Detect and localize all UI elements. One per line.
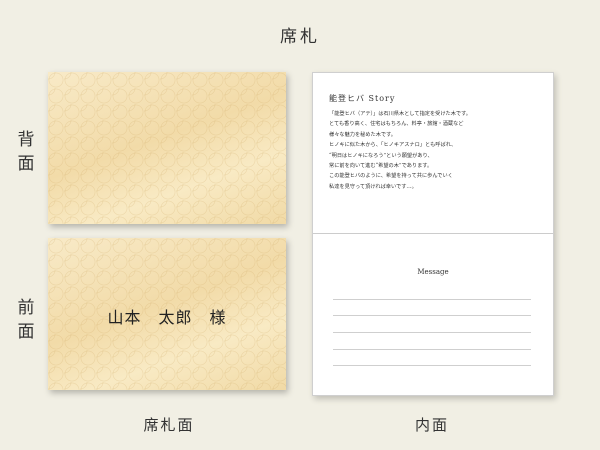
story-line: “明日はヒノキになろう”という願望があり、 [329,152,433,159]
front-label-char-2: 面 [17,322,35,342]
story-title: 能登ヒバ Story [329,94,396,103]
story-line: 「能登ヒバ（アテ）」は石川県木として指定を受けた木です。 [329,111,471,117]
back-label-char-2: 面 [17,154,35,174]
place-card-back [48,72,286,224]
back-side-label: 背 面 [14,128,38,176]
message-line [333,332,531,333]
message-line [333,299,531,300]
card-face-label: 席札面 [143,416,195,434]
page-title: 席札 [280,27,320,47]
guest-name: 山本 太郎 様 [107,308,227,327]
place-card-front: 山本 太郎 様 [48,238,286,390]
fold-line [313,233,553,234]
story-line: 私達を見守って頂ければ幸いです…。 [329,183,417,190]
story-line: この能登ヒバのように、希望を持って共に歩んでいく [329,173,453,180]
message-label: Message [417,268,449,276]
story-line: ヒノキに似た木から、「ヒノキアスナロ」とも呼ばれ、 [329,142,457,149]
front-label-char-1: 前 [17,298,35,318]
place-card-inner: 能登ヒバ Story 「能登ヒバ（アテ）」は石川県木として指定を受けた木です。 … [312,72,554,396]
story-line: とても香り高く、住宅はもちろん、料亭・旅館・酒蔵など [329,121,464,128]
story-text: 「能登ヒバ（アテ）」は石川県木として指定を受けた木です。 とても香り高く、住宅は… [329,109,544,192]
story-line: 常に前を向いて進む“希望の木”であります。 [329,163,433,170]
message-line [333,349,531,350]
back-label-char-1: 背 [17,130,35,150]
story-line: 様々な魅力を秘めた木です。 [329,131,396,138]
message-line [333,365,531,366]
front-side-label: 前 面 [14,296,38,344]
message-line [333,315,531,316]
inner-face-label: 内面 [414,416,449,434]
